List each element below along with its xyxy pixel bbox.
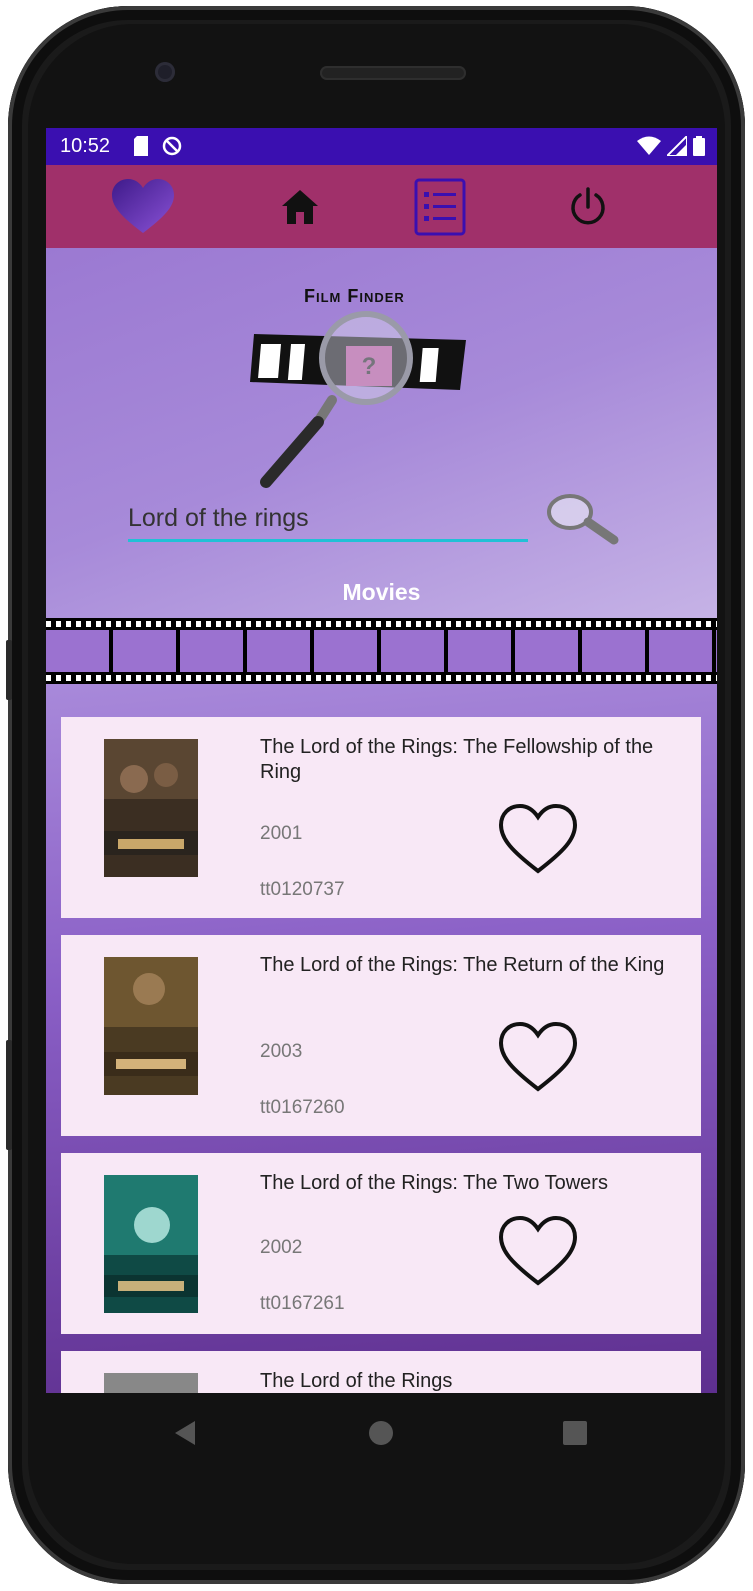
status-bar: 10:52 xyxy=(46,128,717,165)
movie-year: 2001 xyxy=(260,823,303,844)
power-icon xyxy=(571,187,605,225)
favorite-heart-icon[interactable] xyxy=(498,803,578,875)
filmstrip-divider xyxy=(46,618,717,684)
sd-card-icon xyxy=(134,136,148,156)
wifi-icon xyxy=(637,136,661,155)
movie-title: The Lord of the Rings: The Fellowship of… xyxy=(260,736,654,783)
do-not-disturb-icon xyxy=(162,136,182,156)
app-logo-title: Film Finder xyxy=(304,286,405,306)
movie-poster xyxy=(104,957,198,1095)
favorites-button[interactable] xyxy=(111,175,175,239)
movie-imdb-id: tt0167260 xyxy=(260,1097,345,1118)
screen: 10:52 Film Finder Lord of the rings Movi… xyxy=(46,128,717,1393)
section-label: Movies xyxy=(342,579,421,605)
earpiece-speaker xyxy=(320,66,466,80)
home-icon xyxy=(282,190,318,224)
movie-list[interactable]: The Lord of the Rings: The Fellowship of… xyxy=(46,684,717,1393)
home-button[interactable] xyxy=(268,175,332,239)
favorite-heart-icon[interactable] xyxy=(498,1215,578,1287)
signal-icon xyxy=(667,136,687,156)
movie-poster xyxy=(104,739,198,877)
back-icon[interactable] xyxy=(171,1419,199,1447)
list-icon xyxy=(414,178,466,236)
recents-icon[interactable] xyxy=(561,1419,589,1447)
movie-title: The Lord of the Rings: The Two Towers xyxy=(260,1172,608,1194)
top-toolbar xyxy=(46,165,717,248)
movie-card[interactable]: The Lord of the Rings xyxy=(61,1351,701,1393)
movie-poster xyxy=(104,1175,198,1313)
system-nav-bar xyxy=(46,1393,717,1471)
movie-title: The Lord of the Rings: The Return of the… xyxy=(260,954,665,976)
search-field[interactable] xyxy=(128,498,528,548)
movie-card[interactable]: The Lord of the Rings: The Two Towers 20… xyxy=(61,1153,701,1334)
home-circle-icon[interactable] xyxy=(367,1419,395,1447)
search-input[interactable] xyxy=(128,498,528,542)
movie-year: 2003 xyxy=(260,1041,303,1062)
status-time: 10:52 xyxy=(60,135,111,157)
search-icon xyxy=(547,494,619,545)
battery-icon xyxy=(693,136,705,156)
search-header: Film Finder ? Movies xyxy=(46,248,717,620)
search-button[interactable] xyxy=(544,488,624,548)
movie-title: The Lord of the Rings xyxy=(260,1370,453,1392)
movie-card[interactable]: The Lord of the Rings: The Fellowship of… xyxy=(61,717,701,918)
movie-year: 2002 xyxy=(260,1237,303,1258)
favorite-heart-icon[interactable] xyxy=(498,1021,578,1093)
film-magnifier-logo: ? xyxy=(250,311,466,488)
movie-imdb-id: tt0120737 xyxy=(260,879,345,900)
list-button[interactable] xyxy=(408,175,472,239)
movie-card[interactable]: The Lord of the Rings: The Return of the… xyxy=(61,935,701,1136)
side-button xyxy=(6,1040,12,1150)
logout-button[interactable] xyxy=(556,175,620,239)
movie-imdb-id: tt0167261 xyxy=(260,1293,345,1314)
side-button xyxy=(6,640,12,700)
front-camera xyxy=(155,62,175,82)
movie-poster xyxy=(104,1373,198,1393)
heart-icon xyxy=(112,179,174,233)
